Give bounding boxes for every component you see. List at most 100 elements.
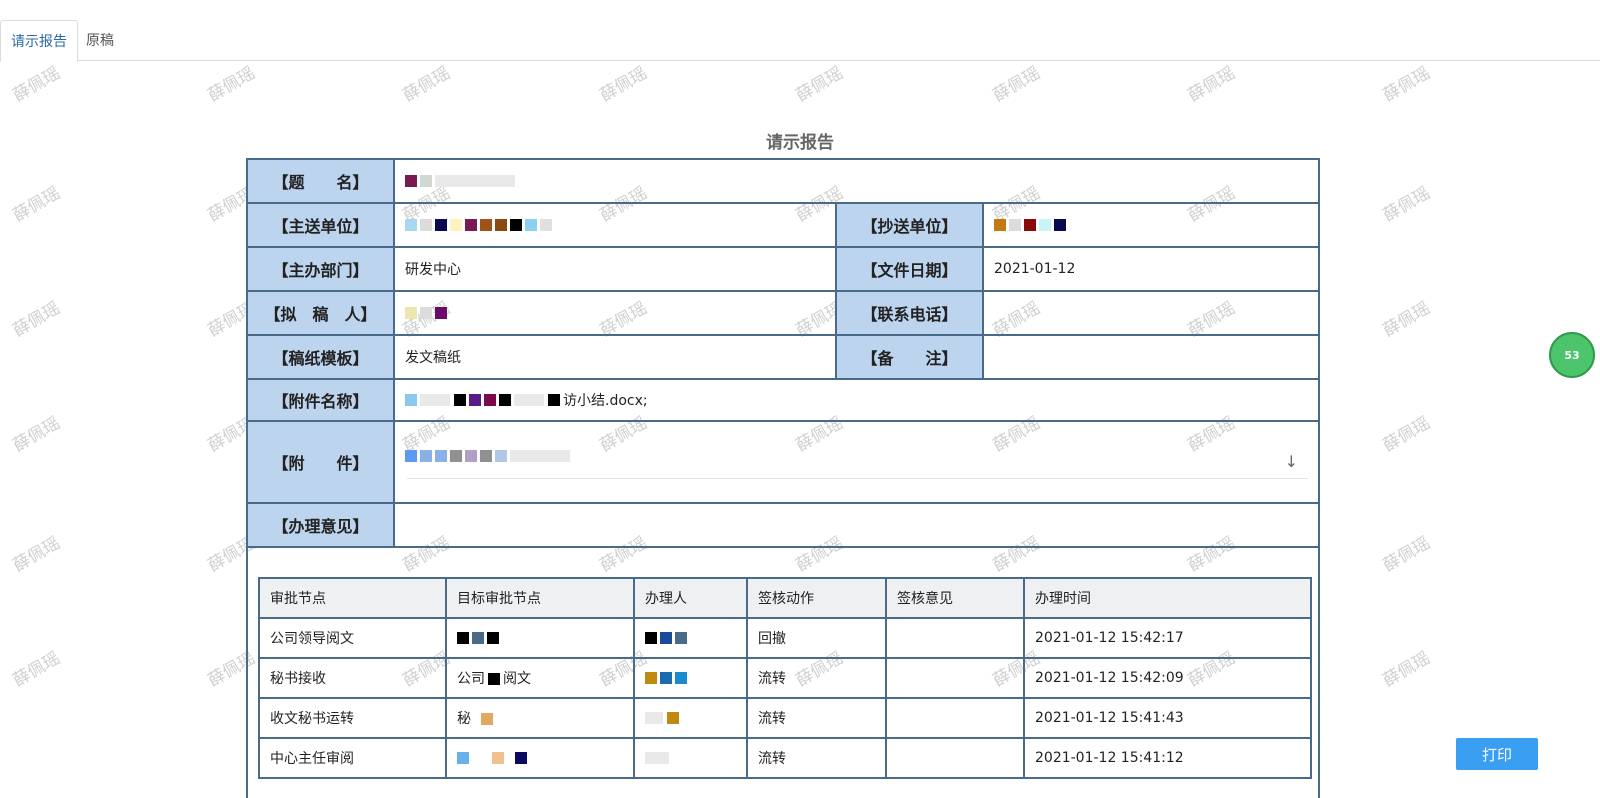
document-form: 【题 名】 【主送单位】 【抄送单位】 【主办部门】 研发中心 【文件日期】 2… [246,158,1320,798]
cell-time: 2021-01-12 15:41:12 [1023,737,1312,779]
redacted-block [540,219,552,231]
watermark-text: 薛佩瑶 [9,63,64,107]
cell-action: 回撤 [746,617,887,659]
redacted-block [450,219,462,231]
redacted-block [994,219,1006,231]
redacted-block [484,394,496,406]
redacted-block [420,450,432,462]
tab-request-report[interactable]: 请示报告 [0,20,78,62]
col-header-time: 办理时间 [1023,577,1312,619]
cell-target [445,617,635,659]
redacted-block [420,219,432,231]
redacted-block [457,752,469,764]
download-arrow-icon[interactable]: ↓ [1285,452,1298,471]
watermark-text: 薛佩瑶 [596,63,651,107]
cell-time: 2021-01-12 15:42:09 [1023,657,1312,699]
redacted-block [472,632,484,644]
cc-unit-value [984,204,1318,246]
dept-label: 【主办部门】 [248,248,395,290]
cell-handler [633,657,748,699]
redacted-block [495,450,507,462]
redacted-block [405,175,417,187]
cell-target [445,737,635,779]
redacted-block [525,219,537,231]
redacted-block [480,219,492,231]
attachment-value[interactable]: ↓ [395,422,1318,502]
redacted-block [675,672,687,684]
phone-value [984,292,1318,334]
redacted-block [548,394,560,406]
date-label: 【文件日期】 [837,248,984,290]
approval-table: 审批节点 目标审批节点 办理人 签核动作 签核意见 办理时间 公司领导阅文 回撤… [258,577,1312,779]
watermark-text: 薛佩瑶 [1184,63,1239,107]
watermark-text: 薛佩瑶 [989,63,1044,107]
redacted-block [660,632,672,644]
opinion-value [395,504,1318,546]
col-header-handler: 办理人 [633,577,748,619]
print-button[interactable]: 打印 [1456,738,1538,770]
document-title: 请示报告 [766,133,834,153]
title-label: 【题 名】 [248,160,395,202]
cell-time: 2021-01-12 15:41:43 [1023,697,1312,739]
floating-count-badge[interactable]: 53 [1549,332,1595,378]
redacted-block [645,752,669,764]
table-row: 收文秘书运转 秘 流转 2021-01-12 15:41:43 [258,697,1312,739]
redacted-block [675,632,687,644]
remark-value [984,336,1318,378]
redacted-block [515,752,527,764]
watermark-text: 薛佩瑶 [9,183,64,227]
watermark-text: 薛佩瑶 [1379,63,1434,107]
redacted-block [492,752,504,764]
tab-original-draft[interactable]: 原稿 [76,20,124,60]
cell-target: 秘 [445,697,635,739]
cell-target-text: 秘 [457,711,471,727]
main-unit-label: 【主送单位】 [248,204,395,246]
watermark-text: 薛佩瑶 [9,413,64,457]
table-row: 公司领导阅文 回撤 2021-01-12 15:42:17 [258,617,1312,659]
opinion-label: 【办理意见】 [248,504,395,546]
col-header-action: 签核动作 [746,577,887,619]
attachment-divider [407,478,1308,479]
title-value [395,160,1318,202]
redacted-block [481,713,493,725]
watermark-text: 薛佩瑶 [1379,298,1434,342]
redacted-block [645,672,657,684]
redacted-block [514,394,544,406]
watermark-text: 薛佩瑶 [1379,183,1434,227]
main-unit-value [395,204,837,246]
redacted-block [435,307,447,319]
attachment-name-text[interactable]: 访小结.docx; [563,390,648,410]
cell-opinion [885,697,1025,739]
redacted-block [450,450,462,462]
redacted-block [488,673,500,685]
watermark-text: 薛佩瑶 [1379,533,1434,577]
cell-target-text-end: 阅文 [503,671,531,687]
redacted-block [510,219,522,231]
cell-time: 2021-01-12 15:42:17 [1023,617,1312,659]
redacted-block [645,632,657,644]
cell-action: 流转 [746,697,887,739]
redacted-block [1039,219,1051,231]
tab-bar: 请示报告 原稿 [0,20,1600,62]
row-title: 【题 名】 [248,160,1318,204]
redacted-block [465,450,477,462]
redacted-block [457,632,469,644]
redacted-block [420,394,450,406]
redacted-block [405,307,417,319]
cell-action: 流转 [746,657,887,699]
col-header-target: 目标审批节点 [445,577,635,619]
table-row: 秘书接收 公司 阅文 流转 2021-01-12 15:42:09 [258,657,1312,699]
row-attachment: 【附 件】 ↓ [248,422,1318,504]
watermark-text: 薛佩瑶 [9,648,64,692]
drafter-value [395,292,837,334]
redacted-block [1024,219,1036,231]
row-opinion: 【办理意见】 [248,504,1318,548]
cell-handler [633,617,748,659]
cell-handler [633,737,748,779]
attachment-name-value: 访小结.docx; [395,380,1318,420]
cell-action: 流转 [746,737,887,779]
redacted-block [487,632,499,644]
cell-node: 收文秘书运转 [258,697,447,739]
row-drafter: 【拟 稿 人】 【联系电话】 [248,292,1318,336]
row-dept: 【主办部门】 研发中心 【文件日期】 2021-01-12 [248,248,1318,292]
